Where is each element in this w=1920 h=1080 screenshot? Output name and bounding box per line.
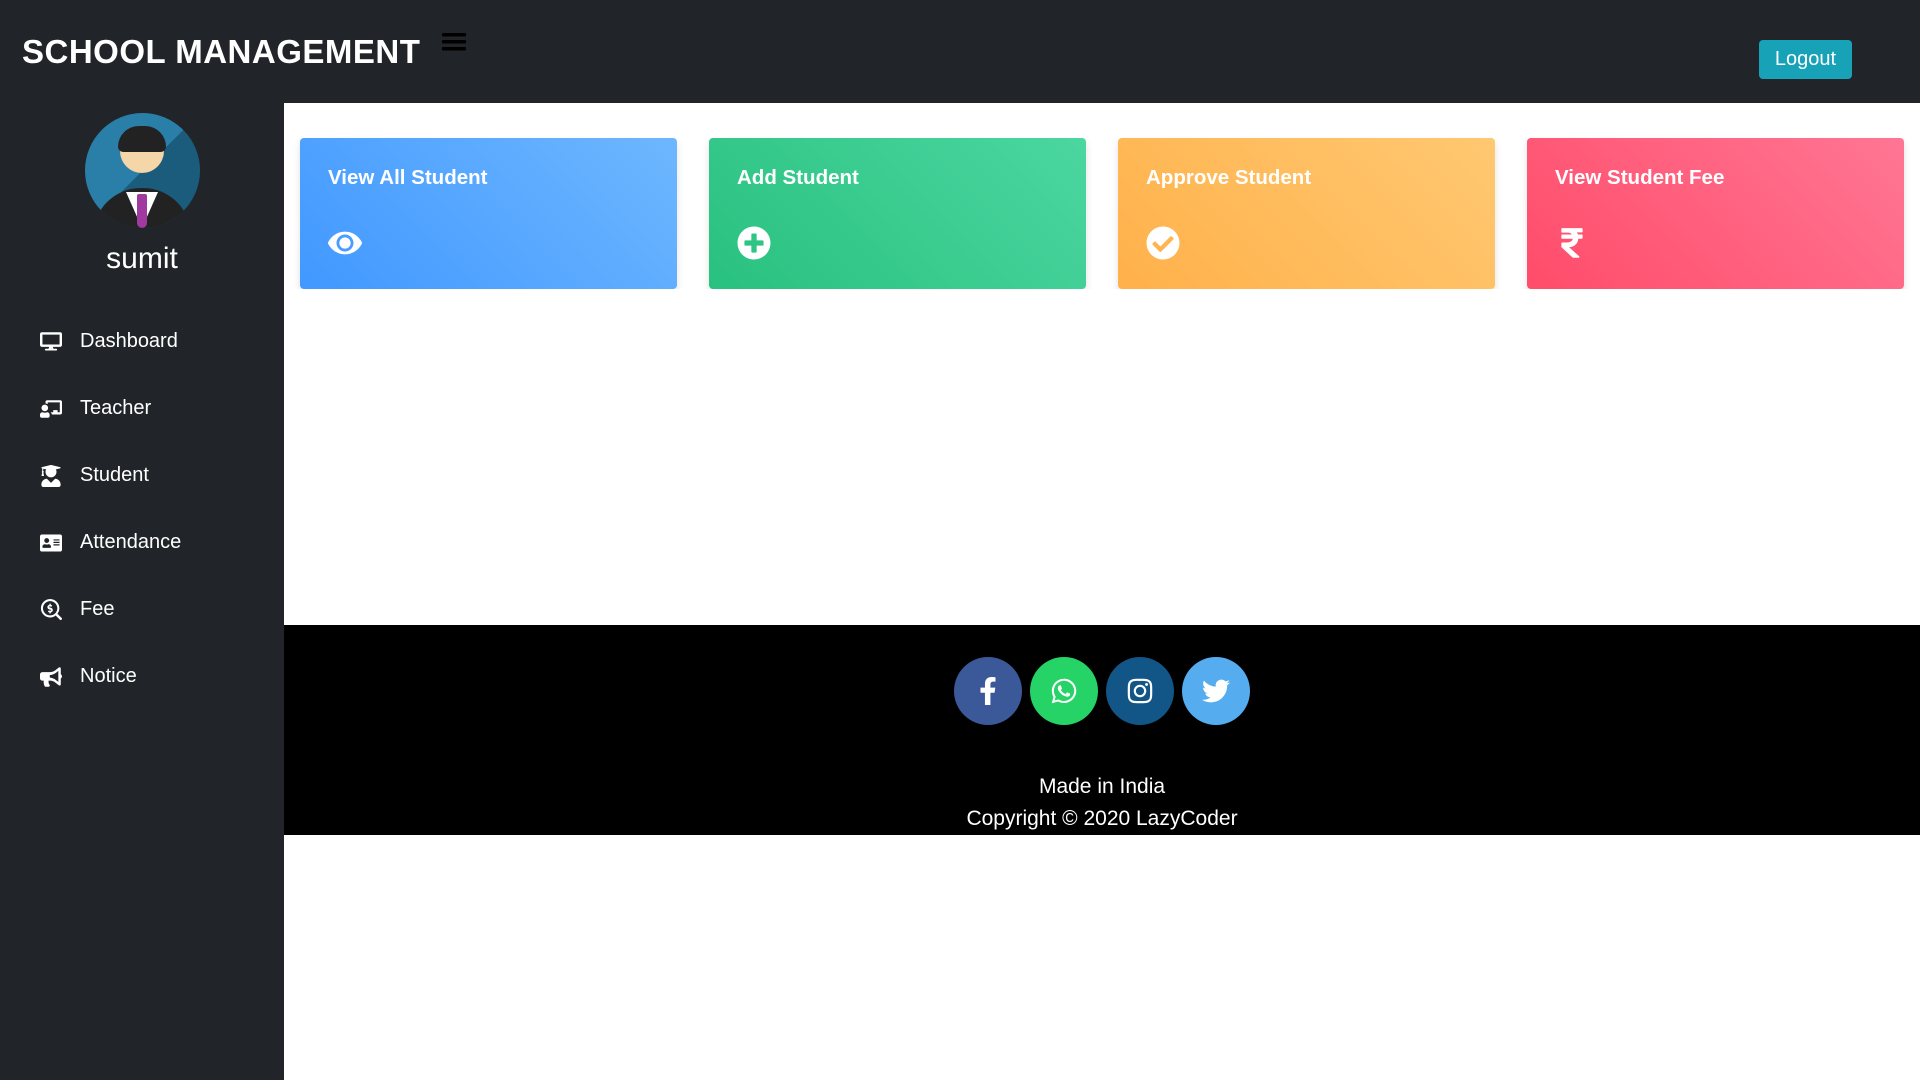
username-text: sumit	[0, 242, 284, 276]
card-add-student[interactable]: Add Student	[709, 138, 1086, 289]
app-title: SCHOOL MANAGEMENT	[22, 33, 420, 71]
check-circle-icon	[1146, 226, 1467, 265]
plus-circle-icon	[737, 226, 1058, 265]
card-approve-student[interactable]: Approve Student	[1118, 138, 1495, 289]
footer: Made in India Copyright © 2020 LazyCoder	[284, 625, 1920, 835]
sidebar-item-label: Student	[80, 464, 149, 487]
desktop-icon	[40, 331, 62, 353]
card-view-all-student[interactable]: View All Student	[300, 138, 677, 289]
card-title: View All Student	[328, 166, 649, 190]
header-left: SCHOOL MANAGEMENT	[22, 33, 466, 71]
avatar	[85, 113, 200, 228]
twitter-icon[interactable]	[1182, 657, 1250, 725]
sidebar-item-label: Notice	[80, 665, 137, 688]
footer-line-2: Copyright © 2020 LazyCoder	[284, 803, 1920, 835]
id-card-icon	[40, 532, 62, 554]
card-title: View Student Fee	[1555, 166, 1876, 190]
card-view-student-fee[interactable]: View Student Fee	[1527, 138, 1904, 289]
footer-line-1: Made in India	[284, 771, 1920, 803]
sidebar-item-dashboard[interactable]: Dashboard	[0, 308, 284, 375]
sidebar-item-teacher[interactable]: Teacher	[0, 375, 284, 442]
logout-button[interactable]: Logout	[1759, 40, 1852, 79]
bullhorn-icon	[40, 666, 62, 688]
chalkboard-teacher-icon	[40, 398, 62, 420]
sidebar-item-fee[interactable]: Fee	[0, 576, 284, 643]
search-dollar-icon	[40, 599, 62, 621]
rupee-icon	[1555, 226, 1876, 265]
main-content: View All Student Add Student Approve Stu…	[284, 103, 1920, 1080]
sidebar-nav: Dashboard Teacher Student Attendance	[0, 290, 284, 710]
sidebar-item-attendance[interactable]: Attendance	[0, 509, 284, 576]
social-row	[284, 657, 1920, 725]
menu-toggle-icon[interactable]	[442, 30, 466, 59]
eye-icon	[328, 226, 649, 265]
sidebar-item-notice[interactable]: Notice	[0, 643, 284, 710]
facebook-icon[interactable]	[954, 657, 1022, 725]
content-spacer	[284, 289, 1920, 625]
instagram-icon[interactable]	[1106, 657, 1174, 725]
sidebar: sumit Dashboard Teacher Student	[0, 103, 284, 1080]
sidebar-item-student[interactable]: Student	[0, 442, 284, 509]
sidebar-item-label: Dashboard	[80, 330, 178, 353]
graduate-icon	[40, 465, 62, 487]
card-title: Approve Student	[1146, 166, 1467, 190]
whatsapp-icon[interactable]	[1030, 657, 1098, 725]
sidebar-item-label: Teacher	[80, 397, 151, 420]
sidebar-item-label: Attendance	[80, 531, 181, 554]
card-title: Add Student	[737, 166, 1058, 190]
sidebar-item-label: Fee	[80, 598, 114, 621]
cards-row: View All Student Add Student Approve Stu…	[284, 103, 1920, 289]
top-header: SCHOOL MANAGEMENT Logout	[0, 0, 1920, 103]
profile-block: sumit	[0, 103, 284, 290]
